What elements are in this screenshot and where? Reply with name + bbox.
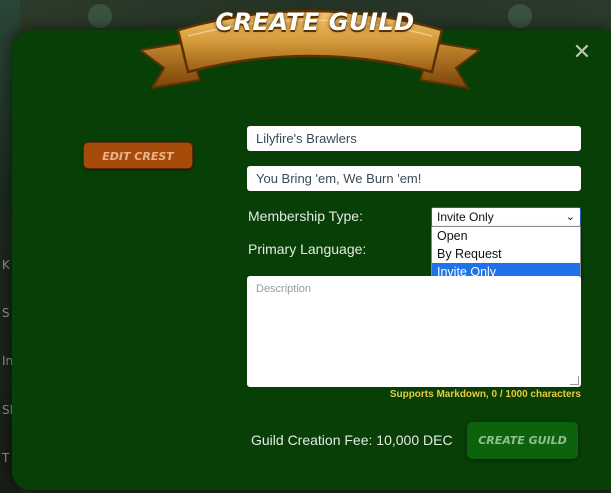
guild-creation-fee: Guild Creation Fee: 10,000 DEC [251, 432, 453, 448]
primary-language-label: Primary Language: [248, 241, 367, 257]
membership-type-select[interactable]: Invite Only ⌄ [431, 207, 581, 227]
description-textarea[interactable]: Description [247, 276, 581, 387]
membership-type-dropdown: Open By Request Invite Only [431, 226, 581, 282]
close-icon[interactable]: ✕ [570, 41, 594, 65]
create-guild-button[interactable]: CREATE GUILD [467, 422, 578, 459]
guild-name-input[interactable]: Lilyfire's Brawlers [247, 126, 581, 151]
membership-type-label: Membership Type: [248, 208, 363, 224]
dropdown-option-by-request[interactable]: By Request [432, 245, 580, 263]
chevron-down-icon: ⌄ [565, 210, 575, 223]
background-side-label: S [2, 306, 10, 320]
edit-crest-button[interactable]: EDIT CREST [83, 142, 193, 169]
background-side-label: K [2, 258, 10, 272]
background-ornament-icon [88, 4, 112, 28]
resize-handle-icon[interactable] [570, 376, 579, 385]
description-hint: Supports Markdown, 0 / 1000 characters [389, 389, 581, 400]
modal-title: CREATE GUILD [215, 8, 415, 36]
background-side-label: T [2, 451, 10, 465]
dropdown-option-open[interactable]: Open [432, 227, 580, 245]
description-placeholder: Description [256, 283, 312, 295]
membership-type-value: Invite Only [437, 210, 494, 224]
guild-motto-input[interactable]: You Bring 'em, We Burn 'em! [247, 166, 581, 191]
background-ornament-icon [508, 4, 532, 28]
